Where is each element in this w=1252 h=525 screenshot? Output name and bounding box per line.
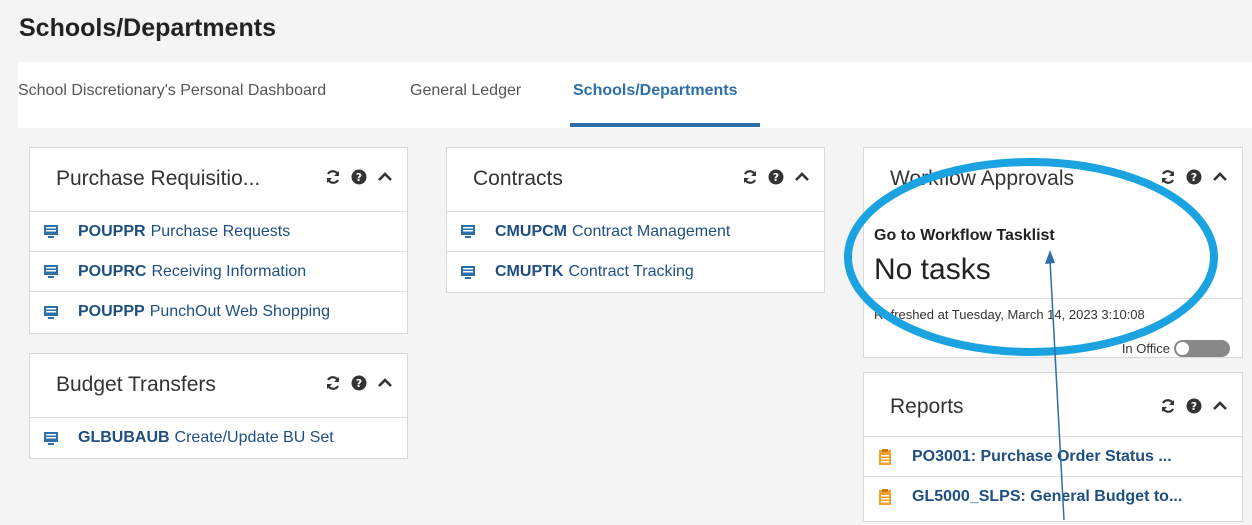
toggle-knob: [1176, 342, 1189, 355]
list-item[interactable]: CMUPCM Contract Management: [447, 212, 824, 252]
monitor-icon: [42, 263, 60, 281]
list-item[interactable]: POUPPP PunchOut Web Shopping: [30, 292, 407, 332]
card-tools: ?: [325, 374, 393, 392]
refresh-timestamp: Refreshed at Tuesday, March 14, 2023 3:1…: [874, 307, 1145, 322]
card-title: Purchase Requisitio...: [56, 167, 261, 190]
card-header: Workflow Approvals ?: [864, 148, 1242, 212]
refresh-icon[interactable]: [742, 168, 758, 186]
program-description: PunchOut Web Shopping: [149, 303, 330, 320]
monitor-icon: [459, 223, 477, 241]
task-count-status: No tasks: [874, 253, 991, 286]
tab-schools-departments[interactable]: Schools/Departments: [573, 82, 737, 100]
budget-transfers-card: Budget Transfers ? GLBUBAUB Create/Updat…: [29, 353, 408, 459]
program-description: Create/Update BU Set: [174, 429, 334, 446]
program-code: GLBUBAUB: [78, 429, 170, 446]
divider: [864, 298, 1242, 299]
help-icon[interactable]: ?: [1186, 168, 1202, 186]
help-icon[interactable]: ?: [351, 168, 367, 186]
chevron-up-icon[interactable]: [794, 168, 810, 186]
workflow-tasklist-link[interactable]: Go to Workflow Tasklist: [874, 227, 1055, 245]
list-item[interactable]: PO3001: Purchase Order Status ...: [864, 437, 1242, 477]
program-description: Contract Management: [572, 222, 731, 240]
svg-text:?: ?: [356, 377, 362, 390]
tab-bar: School Discretionary's Personal Dashboar…: [18, 62, 1252, 128]
program-code: POUPPP: [78, 303, 145, 320]
card-title: Budget Transfers: [56, 373, 216, 396]
page-title: Schools/Departments: [19, 14, 277, 42]
chevron-up-icon[interactable]: [1212, 397, 1228, 415]
refresh-icon[interactable]: [1160, 168, 1176, 186]
list-item[interactable]: GL5000_SLPS: General Budget to...: [864, 477, 1242, 517]
svg-text:?: ?: [1191, 400, 1197, 413]
refresh-icon[interactable]: [325, 168, 341, 186]
card-tools: ?: [325, 168, 393, 186]
card-header: Budget Transfers ?: [30, 354, 407, 418]
list-item[interactable]: CMUPTK Contract Tracking: [447, 252, 824, 292]
tab-general-ledger[interactable]: General Ledger: [410, 82, 521, 100]
in-office-label: In Office: [1121, 341, 1170, 356]
list-item[interactable]: GLBUBAUB Create/Update BU Set: [30, 418, 407, 458]
card-header: Purchase Requisitio... ?: [30, 148, 407, 212]
list-item[interactable]: POUPPR Purchase Requests: [30, 212, 407, 252]
monitor-icon: [459, 263, 477, 281]
chevron-up-icon[interactable]: [377, 168, 393, 186]
card-title: Workflow Approvals: [890, 167, 1075, 190]
workflow-approvals-card: Workflow Approvals ? Go to Workflow Task…: [863, 147, 1243, 358]
card-title: Reports: [890, 395, 964, 418]
card-tools: ?: [1160, 168, 1228, 186]
program-code: POUPPR: [78, 222, 146, 240]
purchase-requisitions-card: Purchase Requisitio... ? POUPPR Purchase…: [29, 147, 408, 334]
help-icon[interactable]: ?: [351, 374, 367, 392]
monitor-icon: [42, 303, 60, 321]
program-description: Contract Tracking: [568, 263, 694, 280]
report-icon: [876, 448, 894, 466]
tab-personal-dashboard[interactable]: School Discretionary's Personal Dashboar…: [18, 82, 326, 100]
report-name: PO3001: Purchase Order Status ...: [912, 447, 1172, 465]
card-header: Contracts ?: [447, 148, 824, 212]
program-description: Receiving Information: [151, 262, 307, 280]
program-code: POUPRC: [78, 262, 147, 280]
chevron-up-icon[interactable]: [1212, 168, 1228, 186]
svg-text:?: ?: [1191, 171, 1197, 184]
monitor-icon: [42, 429, 60, 447]
chevron-up-icon[interactable]: [377, 374, 393, 392]
monitor-icon: [42, 223, 60, 241]
report-icon: [876, 488, 894, 506]
card-title: Contracts: [473, 167, 563, 190]
svg-text:?: ?: [356, 171, 362, 184]
help-icon[interactable]: ?: [1186, 397, 1202, 415]
in-office-toggle[interactable]: [1174, 340, 1230, 357]
list-item[interactable]: POUPRC Receiving Information: [30, 252, 407, 292]
report-name: GL5000_SLPS: General Budget to...: [912, 488, 1183, 505]
contracts-card: Contracts ? CMUPCM Contract Management C…: [446, 147, 825, 293]
refresh-icon[interactable]: [325, 374, 341, 392]
program-code: CMUPTK: [495, 263, 564, 280]
card-tools: ?: [1160, 397, 1228, 415]
svg-text:?: ?: [773, 171, 779, 184]
program-code: CMUPCM: [495, 222, 567, 240]
program-description: Purchase Requests: [150, 222, 291, 240]
card-header: Reports ?: [864, 373, 1242, 437]
reports-card: Reports ? PO3001: Purchase Order Status …: [863, 372, 1243, 522]
refresh-icon[interactable]: [1160, 397, 1176, 415]
card-tools: ?: [742, 168, 810, 186]
active-tab-indicator: [570, 123, 760, 127]
help-icon[interactable]: ?: [768, 168, 784, 186]
